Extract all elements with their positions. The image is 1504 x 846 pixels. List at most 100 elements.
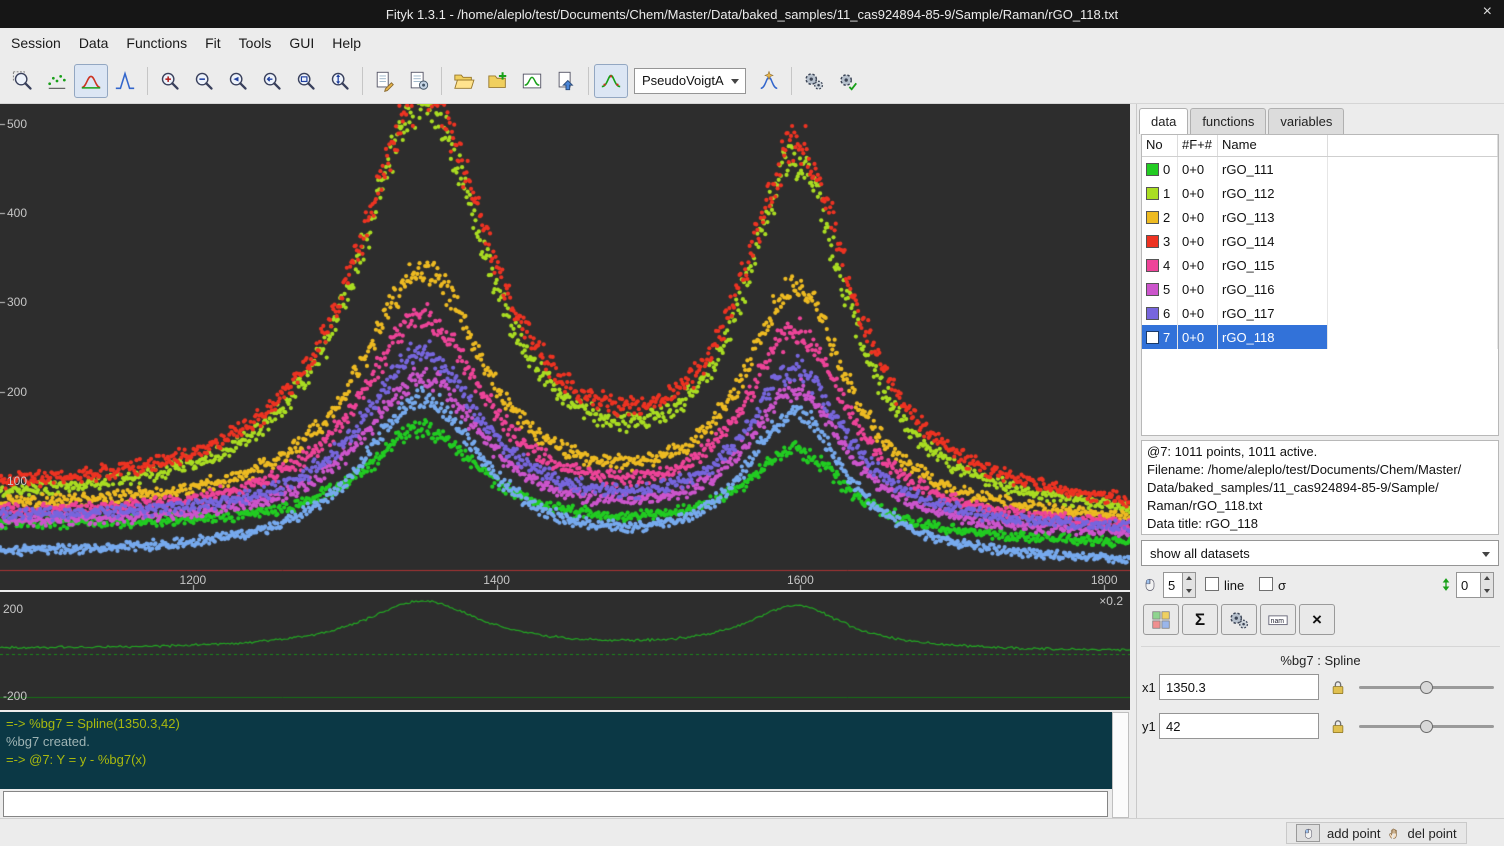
param-x1-input[interactable]: [1159, 674, 1319, 700]
menu-item-gui[interactable]: GUI: [280, 30, 323, 56]
toolbar-fit-options-button[interactable]: [831, 64, 865, 98]
dataset-color-checkbox[interactable]: [1146, 283, 1159, 296]
toolbar-background-panel-button[interactable]: [594, 64, 628, 98]
dataset-row-rGO_111[interactable]: 00+0rGO_111: [1142, 157, 1498, 181]
menu-item-help[interactable]: Help: [323, 30, 370, 56]
dataset-filter-dropdown[interactable]: show all datasets: [1141, 540, 1499, 566]
slider-handle[interactable]: [1420, 681, 1433, 694]
dataset-fcount: 0+0: [1178, 253, 1218, 277]
add-point-hint: add point: [1327, 826, 1381, 841]
dataset-color-checkbox[interactable]: [1146, 307, 1159, 320]
toolbar-zoom-out-button[interactable]: [187, 64, 221, 98]
menu-item-data[interactable]: Data: [70, 30, 118, 56]
auto-add-peak-icon: [758, 70, 780, 92]
mouse-mode-button[interactable]: [1296, 824, 1320, 842]
dataset-name: rGO_118: [1218, 325, 1328, 349]
tab-functions[interactable]: functions: [1190, 108, 1266, 134]
aux-plot[interactable]: ×0.2 200-200: [0, 592, 1130, 710]
slider-handle[interactable]: [1420, 720, 1433, 733]
dataset-color-checkbox[interactable]: [1146, 163, 1159, 176]
toolbar-zoom-prev-button[interactable]: [255, 64, 289, 98]
dataset-color-checkbox[interactable]: [1146, 259, 1159, 272]
toolbar-data-editor-button[interactable]: [402, 64, 436, 98]
toolbar-save-image-button[interactable]: [515, 64, 549, 98]
status-bar: add point del point: [0, 818, 1504, 846]
point-size-spinner[interactable]: 5: [1163, 572, 1196, 598]
dataset-color-checkbox[interactable]: [1146, 187, 1159, 200]
dataset-number: 5: [1163, 282, 1170, 297]
dataset-name: rGO_111: [1218, 157, 1328, 181]
toolbar-new-data-button[interactable]: [368, 64, 402, 98]
dataset-row-rGO_115[interactable]: 40+0rGO_115: [1142, 253, 1498, 277]
line-checkbox[interactable]: [1205, 577, 1219, 591]
toolbar-zoom-undo-button[interactable]: [221, 64, 255, 98]
toolbar-data-range-mode-button[interactable]: [40, 64, 74, 98]
dataset-row-rGO_114[interactable]: 30+0rGO_114: [1142, 229, 1498, 253]
toolbar-background-mode-button[interactable]: [74, 64, 108, 98]
function-label: %bg7 : Spline: [1137, 653, 1504, 668]
toolbar-add-peak-mode-button[interactable]: [108, 64, 142, 98]
toolbar-append-data-button[interactable]: [481, 64, 515, 98]
separator: [1141, 646, 1500, 647]
menu-item-fit[interactable]: Fit: [196, 30, 230, 56]
dataset-row-rGO_117[interactable]: 60+0rGO_117: [1142, 301, 1498, 325]
toolbar-fit-run-button[interactable]: [797, 64, 831, 98]
param-y1-slider[interactable]: [1359, 725, 1494, 728]
command-input[interactable]: [3, 791, 1108, 817]
sigma-checkbox[interactable]: [1259, 577, 1273, 591]
dataset-cell-filler: [1328, 229, 1498, 253]
toolbar-zoom-all-button[interactable]: [289, 64, 323, 98]
dataset-row-rGO_113[interactable]: 20+0rGO_113: [1142, 205, 1498, 229]
y-axis-tick-label: 500: [7, 117, 27, 131]
column-header-name: Name: [1218, 135, 1328, 156]
sidebar-delete-dataset-button[interactable]: ×: [1299, 604, 1335, 635]
grid-colors-icon: [1150, 609, 1172, 631]
sidebar-copy-datasets-button[interactable]: [1143, 604, 1179, 635]
dataset-cell-filler: [1328, 181, 1498, 205]
param-x1-slider[interactable]: [1359, 686, 1494, 689]
main-plot[interactable]: 5004003002001001200140016001800: [0, 104, 1130, 590]
dataset-table-body: 00+0rGO_11110+0rGO_11220+0rGO_11330+0rGO…: [1142, 157, 1498, 349]
menu-item-tools[interactable]: Tools: [230, 30, 281, 56]
shift-spinner[interactable]: 0: [1456, 572, 1494, 598]
sidebar-sum-datasets-button[interactable]: Σ: [1182, 604, 1218, 635]
dataset-color-checkbox[interactable]: [1146, 331, 1159, 344]
toolbar-zoom-in-button[interactable]: [153, 64, 187, 98]
dataset-info-line: Filename: /home/aleplo/test/Documents/Ch…: [1147, 461, 1493, 479]
dataset-cell-no: 5: [1142, 277, 1178, 301]
dataset-row-rGO_116[interactable]: 50+0rGO_116: [1142, 277, 1498, 301]
main-plot-canvas[interactable]: [0, 104, 1130, 590]
sidebar-rename-dataset-button[interactable]: nam: [1260, 604, 1296, 635]
toolbar-export-data-button[interactable]: [549, 64, 583, 98]
menu-bar: SessionDataFunctionsFitToolsGUIHelp: [0, 28, 1504, 58]
dataset-color-checkbox[interactable]: [1146, 235, 1159, 248]
dataset-row-rGO_118[interactable]: 70+0rGO_118: [1142, 325, 1498, 349]
param-y1-input[interactable]: [1159, 713, 1319, 739]
y-axis-tick-label: 300: [7, 295, 27, 309]
spinner-arrows-icon[interactable]: [1182, 573, 1195, 597]
window-title: Fityk 1.3.1 - /home/aleplo/test/Document…: [386, 7, 1118, 22]
toolbar-zoom-select-mode-button[interactable]: [6, 64, 40, 98]
dataset-color-checkbox[interactable]: [1146, 211, 1159, 224]
toolbar-zoom-vertical-button[interactable]: [323, 64, 357, 98]
fityk-window: Fityk 1.3.1 - /home/aleplo/test/Document…: [0, 0, 1504, 846]
function-type-combo[interactable]: PseudoVoigtA: [634, 68, 746, 94]
sidebar-edit-functions-button[interactable]: [1221, 604, 1257, 635]
toolbar-auto-add-peak-button[interactable]: [752, 64, 786, 98]
dataset-cell-no: 6: [1142, 301, 1178, 325]
spinner-arrows-icon[interactable]: [1480, 573, 1493, 597]
close-icon[interactable]: ×: [1483, 3, 1492, 21]
tab-variables[interactable]: variables: [1268, 108, 1344, 134]
lock-icon[interactable]: [1329, 677, 1351, 699]
dataset-row-rGO_112[interactable]: 10+0rGO_112: [1142, 181, 1498, 205]
lock-icon[interactable]: [1329, 716, 1351, 738]
aux-plot-canvas[interactable]: [0, 592, 1130, 710]
dataset-name: rGO_115: [1218, 253, 1328, 277]
menu-item-session[interactable]: Session: [2, 30, 70, 56]
title-bar: Fityk 1.3.1 - /home/aleplo/test/Document…: [0, 0, 1504, 28]
toolbar-open-data-button[interactable]: [447, 64, 481, 98]
tab-data[interactable]: data: [1139, 108, 1188, 134]
console-scrollbar[interactable]: [1112, 712, 1129, 818]
x-axis-tick-label: 1600: [784, 573, 816, 587]
menu-item-functions[interactable]: Functions: [117, 30, 196, 56]
